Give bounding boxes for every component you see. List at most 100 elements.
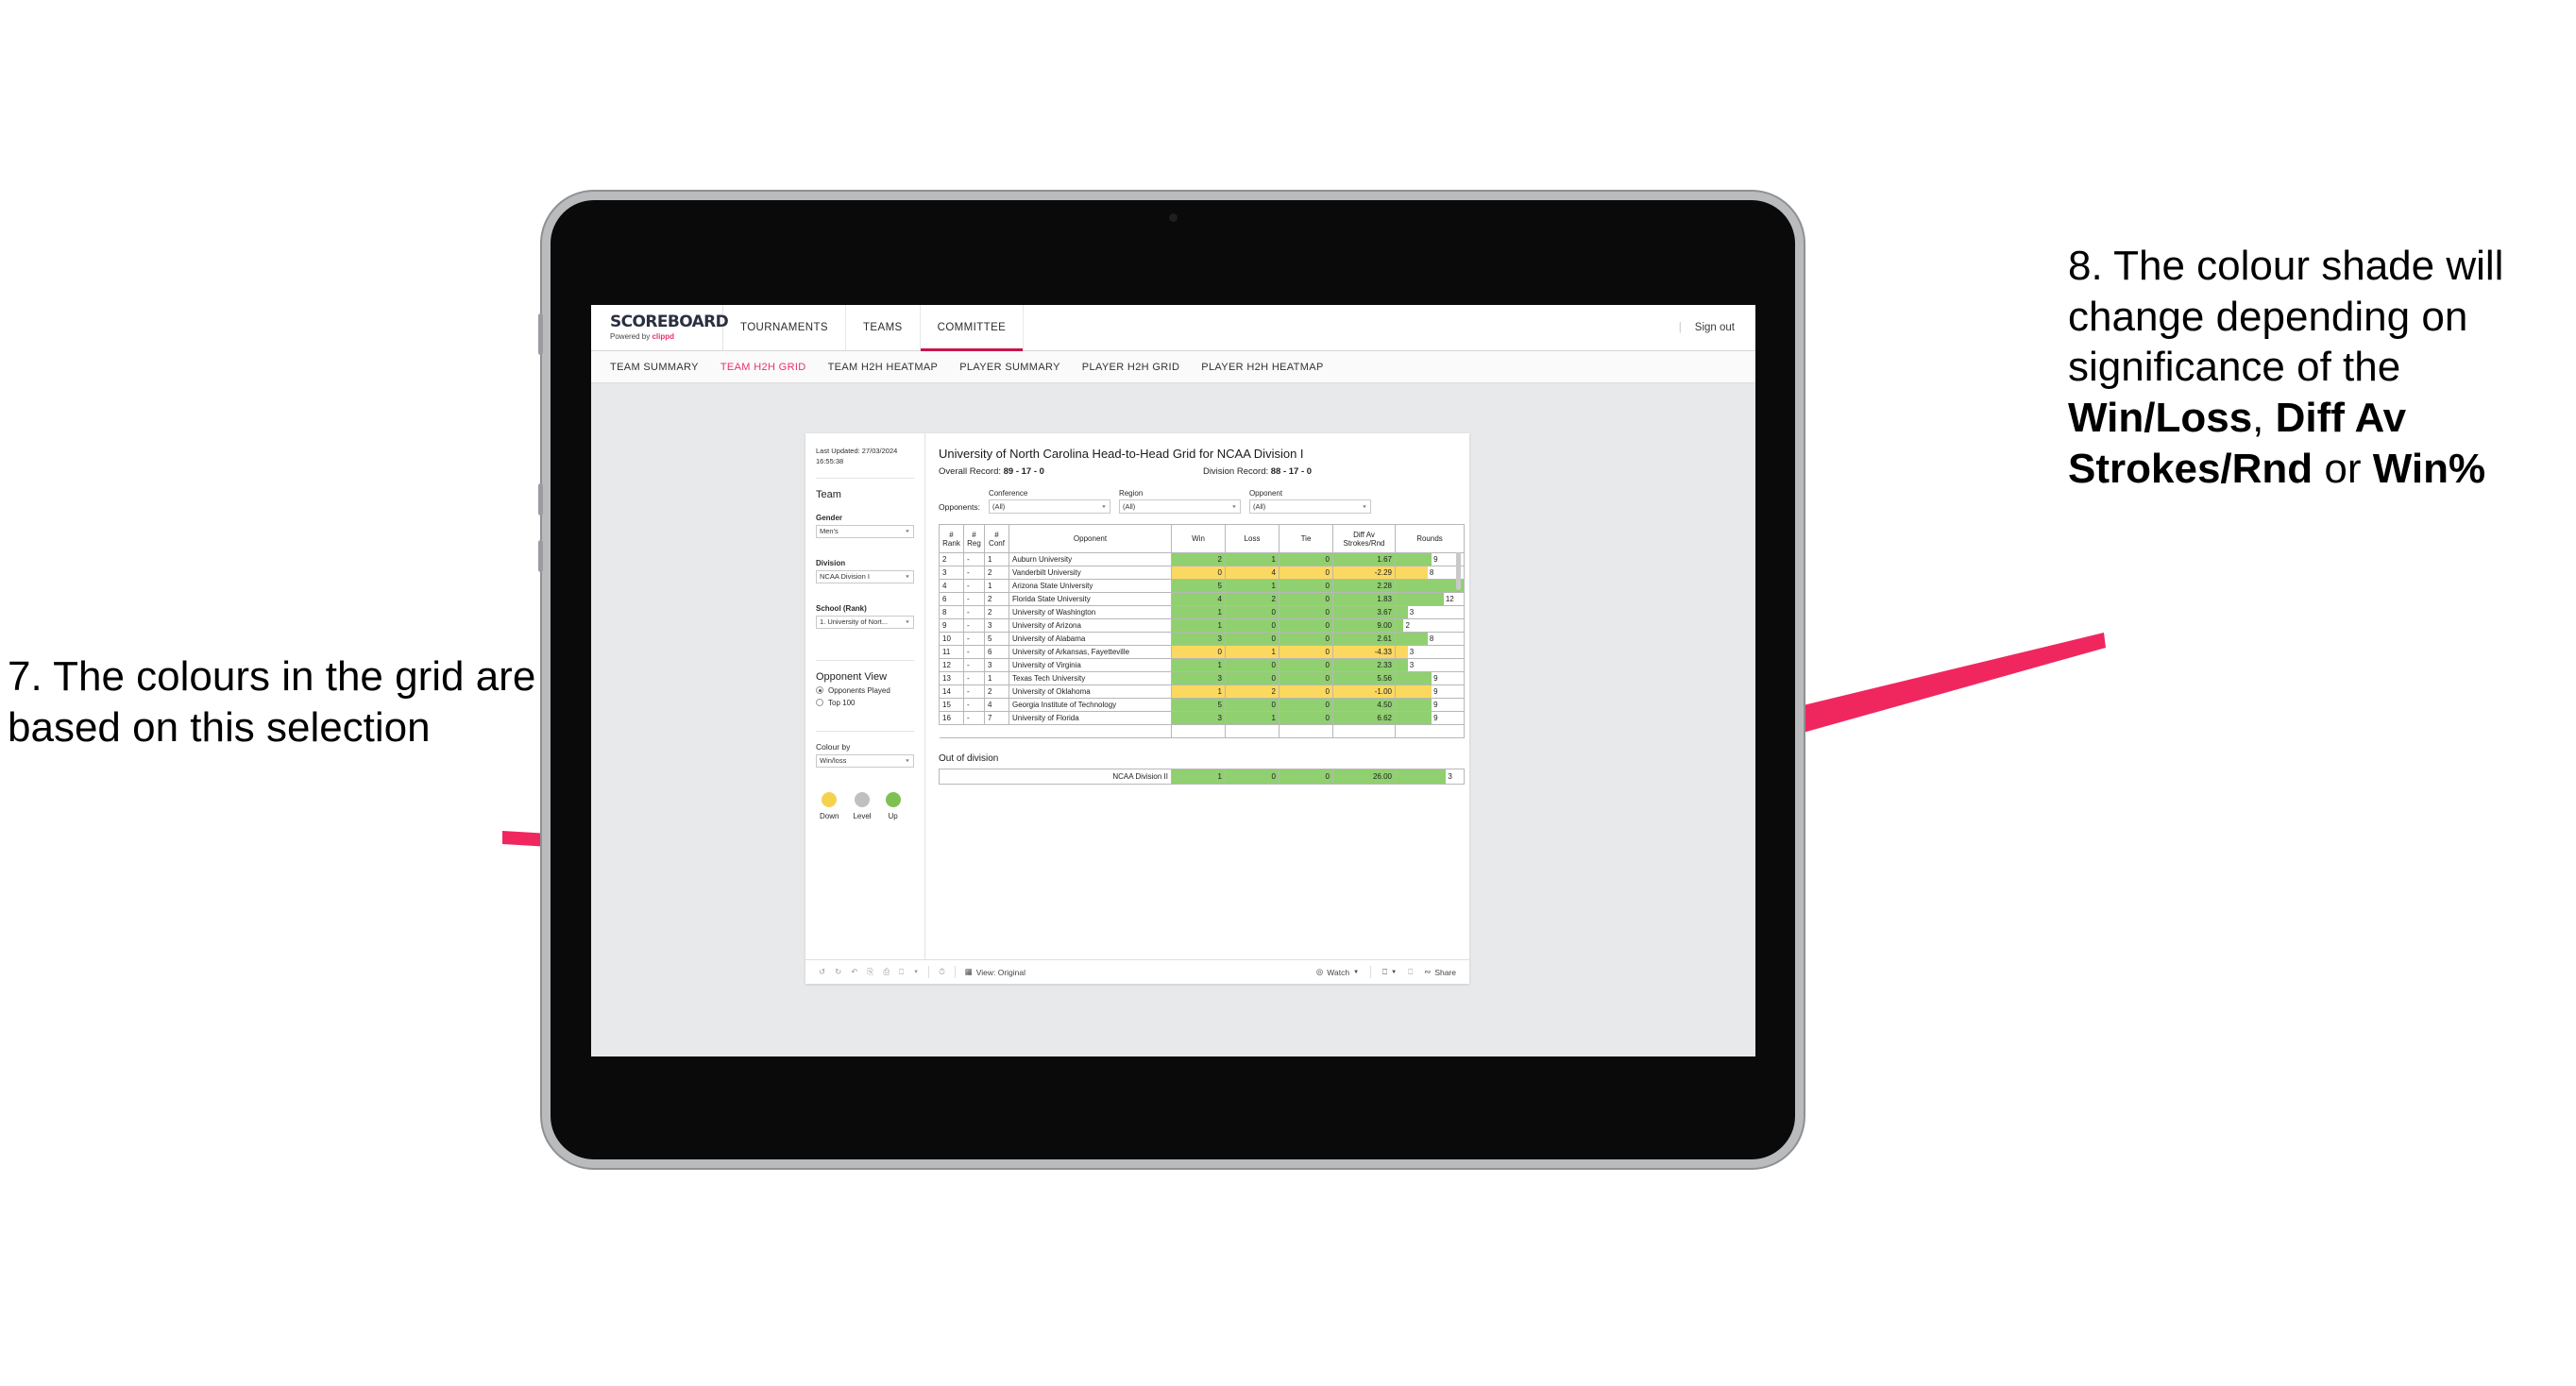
page-title: University of North Carolina Head-to-Hea… (939, 447, 1304, 461)
cell-rounds: 3 (1395, 645, 1465, 659)
out-of-division-heading: Out of division (939, 753, 999, 764)
radio-top-100[interactable]: Top 100 (816, 699, 914, 707)
filter-opponent-select[interactable]: (All) ▼ (1248, 499, 1371, 514)
table-row[interactable]: 14-2 University of Oklahoma 1 2 0 -1.00 9 (939, 685, 1465, 699)
cell-conf: 2 (984, 592, 1009, 606)
radio-opponents-played[interactable]: Opponents Played (816, 686, 914, 695)
table-row[interactable]: 2-1 Auburn University 2 1 0 1.67 9 (939, 552, 1465, 566)
annotation-right-lead: 8. The colour shade will change dependin… (2068, 243, 2504, 391)
school-rank-select[interactable]: 1. University of Nort... ▼ (816, 615, 914, 629)
brand-subtitle: Powered by clippd (610, 333, 722, 341)
table-row[interactable]: 10-5 University of Alabama 3 0 0 2.61 8 (939, 632, 1465, 646)
empty-loss (1225, 724, 1280, 738)
tablet-volume-button (538, 313, 543, 355)
cell-rank: 2 (939, 552, 964, 566)
rounds-bar (1396, 712, 1432, 724)
cell-opponent: University of Arizona (1008, 618, 1172, 633)
cell-opponent: University of Florida (1008, 711, 1172, 725)
legend-item-down: Down (820, 791, 839, 820)
out-of-division-diff: 26.00 (1332, 769, 1396, 785)
rounds-bar (1396, 685, 1432, 698)
filter-region-select[interactable]: (All) ▼ (1118, 499, 1241, 514)
cell-rank: 6 (939, 592, 964, 606)
division-record-value: 88 - 17 - 0 (1270, 466, 1313, 477)
cell-opponent: Auburn University (1008, 552, 1172, 566)
refresh-data-icon[interactable]: ⎘ (867, 967, 873, 977)
subnav-item-player-summary[interactable]: PLAYER SUMMARY (959, 362, 1060, 373)
cell-conf: 2 (984, 566, 1009, 580)
download-button[interactable]: ⎕ ▼ (1382, 967, 1397, 977)
subnav-item-player-h2h-grid[interactable]: PLAYER H2H GRID (1082, 362, 1179, 373)
watch-icon: ◎ (1315, 967, 1324, 976)
nav-item-tournaments[interactable]: TOURNAMENTS (723, 305, 846, 350)
cell-tie: 0 (1279, 592, 1333, 606)
table-row[interactable]: 11-6 University of Arkansas, Fayetteville… (939, 645, 1465, 659)
filter-conference-select[interactable]: (All) ▼ (988, 499, 1110, 514)
overall-record-value: 89 - 17 - 0 (1003, 466, 1044, 477)
history-clock-icon[interactable]: ⏱ (939, 967, 945, 977)
nav-item-committee[interactable]: COMMITTEE (920, 305, 1025, 351)
revert-icon[interactable]: ↶ (851, 967, 857, 977)
subnav-item-team-summary[interactable]: TEAM SUMMARY (610, 362, 699, 373)
visualization-card: Last Updated: 27/03/2024 16:55:38 Team G… (805, 433, 1469, 984)
cell-tie: 0 (1279, 711, 1333, 725)
rounds-bar (1396, 553, 1432, 566)
table-row[interactable]: 4-1Arizona State University5102.2817 (939, 579, 1465, 593)
toolbar-divider-1 (928, 966, 930, 978)
table-row[interactable]: 12-3 University of Virginia 1 0 0 2.33 3 (939, 658, 1465, 672)
cell-diff-av-strokes: 9.00 (1332, 618, 1396, 633)
custom-view-icon[interactable]: ⎕ (899, 967, 904, 977)
grid-body: 2-1 Auburn University 2 1 0 1.67 9 3-2 Vanderbil… (939, 552, 1465, 738)
filter-opponent-value: (All) (1252, 502, 1266, 511)
chevron-down-icon[interactable]: ▼ (913, 970, 919, 975)
share-button[interactable]: ∾ Share (1424, 967, 1456, 977)
rounds-bar (1396, 659, 1408, 671)
sign-out-link[interactable]: Sign out (1695, 322, 1735, 333)
cell-rounds: 3 (1395, 605, 1465, 619)
nav-item-teams[interactable]: TEAMS (846, 305, 921, 350)
subnav-item-team-h2h-grid[interactable]: TEAM H2H GRID (720, 362, 806, 373)
cell-tie: 0 (1279, 698, 1333, 712)
view-original-button[interactable]: ▦ View: Original (965, 967, 1025, 977)
cell-rank: 14 (939, 685, 964, 699)
last-updated-text: Last Updated: 27/03/2024 16:55:38 (816, 447, 898, 465)
table-row[interactable]: 13-1 Texas Tech University 3 0 0 5.56 9 (939, 671, 1465, 685)
colour-by-select[interactable]: Win/loss ▼ (816, 753, 914, 768)
cell-reg: - (963, 618, 985, 633)
division-record: Division Record: 88 - 17 - 0 (1203, 466, 1312, 477)
grid-vertical-scrollbar[interactable] (1456, 552, 1461, 590)
undo-icon[interactable]: ↺ (819, 967, 825, 977)
table-row[interactable]: 6-2 Florida State University 4 2 0 1.83 12 (939, 592, 1465, 606)
sidebar-divider-1 (816, 477, 914, 479)
chevron-down-icon: ▼ (1362, 504, 1367, 509)
table-row[interactable]: 16-7 University of Florida 3 1 0 6.62 9 (939, 711, 1465, 725)
view-icon: ▦ (964, 967, 973, 976)
device-preview-icon[interactable]: ⎕ (1408, 967, 1413, 977)
subnav-item-team-h2h-heatmap[interactable]: TEAM H2H HEATMAP (828, 362, 939, 373)
table-row[interactable]: 3-2 Vanderbilt University 0 4 0 -2.29 8 (939, 566, 1465, 580)
pause-updates-icon[interactable]: ⎙ (883, 967, 890, 977)
col-header-opponent: Opponent (1008, 524, 1172, 553)
rounds-bar (1396, 633, 1428, 645)
brand-title: SCOREBOARD (610, 313, 729, 331)
division-select[interactable]: NCAA Division I ▼ (816, 569, 914, 583)
cell-reg: - (963, 685, 985, 699)
legend-item-level: Level (853, 791, 872, 820)
gender-select[interactable]: Men's ▼ (816, 524, 914, 538)
redo-icon[interactable]: ↻ (835, 967, 841, 977)
cell-rounds: 2 (1395, 618, 1465, 633)
watch-button[interactable]: ◎ Watch ▼ (1316, 967, 1359, 977)
cell-win: 2 (1171, 552, 1226, 566)
table-row[interactable]: 8-2 University of Washington 1 0 0 3.67 3 (939, 605, 1465, 619)
filter-region-value: (All) (1122, 502, 1136, 511)
out-of-division-name: NCAA Division II (939, 769, 1172, 785)
cell-reg: - (963, 566, 985, 580)
view-original-label: View: Original (975, 967, 1026, 977)
table-row[interactable]: 15-4 Georgia Institute of Technology 5 0 0 4.… (939, 698, 1465, 712)
brand-logo[interactable]: SCOREBOARD Powered by clippd (591, 305, 729, 350)
subnav-item-player-h2h-heatmap[interactable]: PLAYER H2H HEATMAP (1201, 362, 1323, 373)
table-row[interactable]: 9-3 University of Arizona 1 0 0 9.00 2 (939, 618, 1465, 633)
toolbar-right-group: ◎ Watch ▼ ⎕ ▼ ⎕ ∾ Share (1316, 966, 1456, 978)
out-of-division-rounds: 3 (1395, 769, 1465, 785)
